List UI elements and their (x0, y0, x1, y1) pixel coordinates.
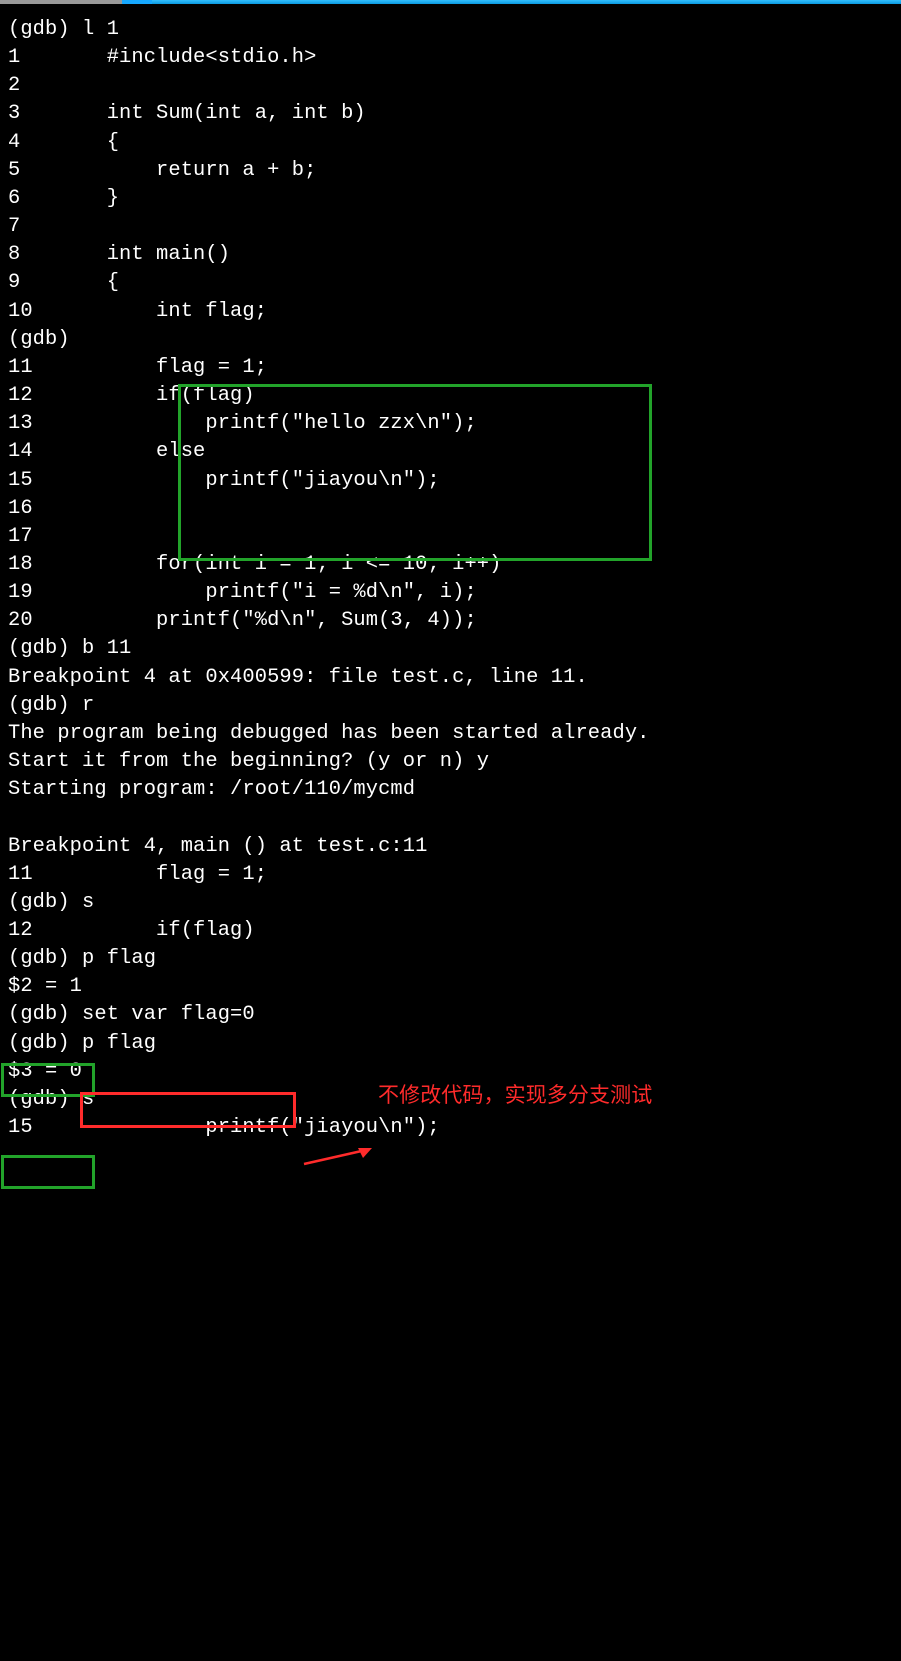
terminal-line: (gdb) p flag (8, 947, 156, 970)
terminal-line: 11 flag = 1; (8, 356, 267, 379)
terminal-line: (gdb) set var flag=0 (8, 1003, 255, 1026)
terminal-line: 15 printf("jiayou\n"); (8, 1116, 440, 1139)
terminal-line: (gdb) r (8, 694, 94, 717)
highlight-box-value-2 (1, 1155, 95, 1189)
annotation-label: 不修改代码，实现多分支测试 (378, 1082, 652, 1111)
terminal-line: (gdb) p flag (8, 1032, 156, 1055)
terminal-line: 18 for(int i = 1; i <= 10; i++) (8, 553, 501, 576)
terminal-line: (gdb) s (8, 1088, 94, 1111)
terminal-line: The program being debugged has been star… (8, 722, 650, 745)
terminal-line: $2 = 1 (8, 975, 82, 998)
terminal-line: 12 if(flag) (8, 919, 255, 942)
arrow-icon (300, 1090, 372, 1112)
terminal-line: 5 return a + b; (8, 159, 316, 182)
terminal-line: 10 int flag; (8, 300, 267, 323)
terminal-line: 20 printf("%d\n", Sum(3, 4)); (8, 609, 477, 632)
terminal-line: (gdb) (8, 328, 82, 351)
terminal-line: 4 { (8, 131, 119, 154)
terminal-line: 7 (8, 215, 20, 238)
terminal-line: 16 (8, 497, 33, 520)
terminal-line: (gdb) l 1 (8, 18, 119, 41)
terminal-line: 11 flag = 1; (8, 863, 267, 886)
terminal-line: 9 { (8, 271, 119, 294)
terminal-line: $3 = 0 (8, 1060, 82, 1083)
terminal-line: 12 if(flag) (8, 384, 255, 407)
terminal-line: 8 int main() (8, 243, 230, 266)
terminal-line: 14 else (8, 440, 205, 463)
terminal-line: 17 (8, 525, 33, 548)
terminal-output[interactable]: (gdb) l 1 1 #include<stdio.h> 2 3 int Su… (0, 4, 901, 1661)
terminal-line: Breakpoint 4, main () at test.c:11 (8, 835, 427, 858)
terminal-line: 19 printf("i = %d\n", i); (8, 581, 477, 604)
terminal-line: Start it from the beginning? (y or n) y (8, 750, 489, 773)
terminal-line: 2 (8, 74, 20, 97)
terminal-line: (gdb) s (8, 891, 94, 914)
terminal-line: 13 printf("hello zzx\n"); (8, 412, 477, 435)
terminal-line: (gdb) b 11 (8, 637, 131, 660)
terminal-line: 3 int Sum(int a, int b) (8, 102, 366, 125)
terminal-line: 15 printf("jiayou\n"); (8, 469, 440, 492)
terminal-line: Breakpoint 4 at 0x400599: file test.c, l… (8, 666, 588, 689)
terminal-line: Starting program: /root/110/mycmd (8, 778, 427, 801)
terminal-line: 6 } (8, 187, 119, 210)
terminal-line: 1 #include<stdio.h> (8, 46, 316, 69)
